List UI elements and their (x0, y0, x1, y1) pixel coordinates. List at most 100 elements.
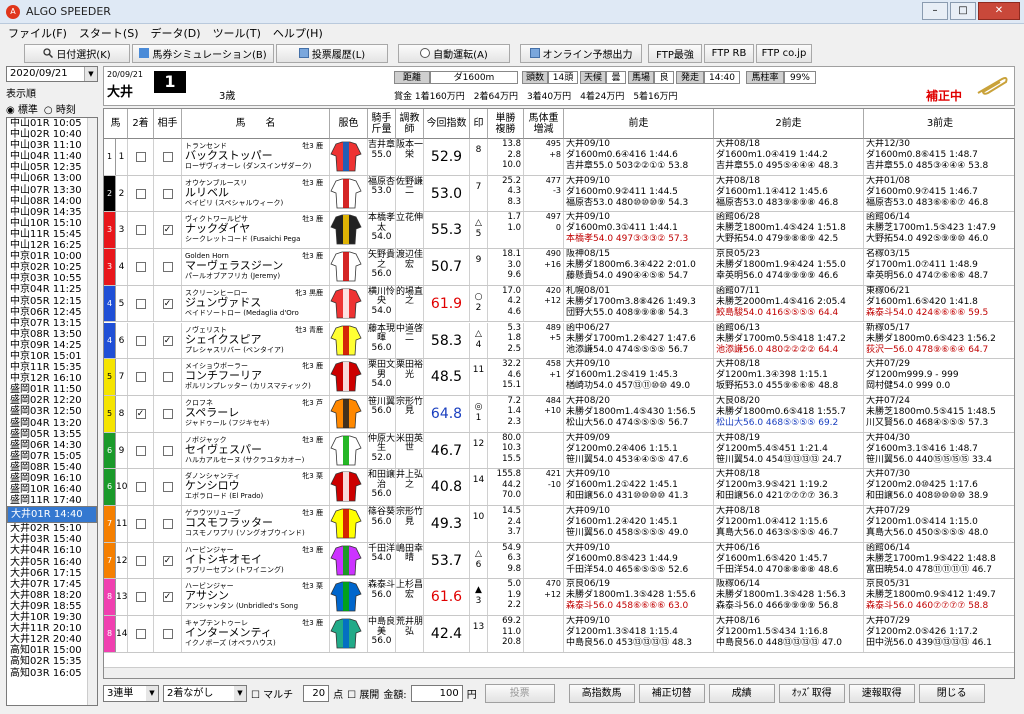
prev-race-2[interactable]: 大井08/18 ダ1200m1.3④398 1:15.1 坂野拓53.0 455… (714, 359, 863, 392)
second-place-checkbox[interactable]: ✓ (135, 408, 146, 419)
mark-cell[interactable]: ○ 2 (470, 285, 488, 322)
mark-cell[interactable]: 10 (470, 506, 488, 542)
vote-button[interactable]: 投票 (484, 683, 555, 703)
race-list-item[interactable]: 盛岡01R 11:50 (7, 384, 97, 395)
race-list-item[interactable]: 中山10R 15:10 (7, 218, 97, 229)
race-list-item[interactable]: 中京10R 15:01 (7, 351, 97, 362)
horse-name-cell[interactable]: ハービンジャー 牡3 栗 アサシン アンシャンタン (Unbridled's So… (182, 579, 330, 616)
prev-race-3[interactable]: 大井07/29 ダ1200m999.9 - 999 岡村健54.0 999 0.… (864, 359, 1014, 392)
flash-fetch-button[interactable]: 速報取得 (848, 683, 915, 703)
race-list-item[interactable]: 盛岡02R 12:20 (7, 395, 97, 406)
menu-file[interactable]: ファイル(F) (8, 25, 67, 41)
race-list-item[interactable]: 大井06R 17:15 (7, 568, 97, 579)
table-row[interactable]: 6 9 ノボジャック 牡3 鹿 セイヴェスパー ハルカアルセーヌ (サクラユタカオ… (104, 432, 1014, 470)
prev-race-1[interactable]: 京良06/19 未勝ダ1800m1.3⑤428 1:55.6 森泰斗56.0 4… (564, 579, 713, 612)
prev-race-3[interactable]: 新稼05/17 未勝ダ1800m0.6⑤423 1:56.2 荻沢一56.0 4… (864, 323, 1014, 356)
prev-race-1[interactable]: 函中06/27 未勝ダ1700m1.2⑥427 1:47.6 池添謙54.0 4… (564, 323, 713, 356)
prev-race-1[interactable]: 大井09/09 ダ1200m0.2④406 1:15.1 笹川翼54.0 453… (564, 433, 713, 466)
race-list-item[interactable]: 大井04R 16:10 (7, 545, 97, 556)
race-list-item[interactable]: 高知01R 15:00 (7, 645, 97, 656)
mark-cell[interactable]: ▲ 3 (470, 579, 488, 616)
race-list-item[interactable]: 中山04R 11:40 (7, 151, 97, 162)
table-row[interactable]: 2 2 オウケンブルースリ 牡3 鹿 ルリベル ベイビリ (スペシャルウィーク) … (104, 175, 1014, 213)
prev-race-2[interactable]: 函館07/11 未勝芝2000m1.4⑤416 2:05.4 鮫島駿54.0 4… (714, 286, 863, 319)
multi-checkbox[interactable]: ☐ マルチ (251, 686, 293, 701)
mark-cell[interactable]: 14 (470, 469, 488, 505)
prev-race-2[interactable]: 京良05/23 未勝ダ1800m1.9④424 1:55.0 幸英明56.0 4… (714, 249, 863, 282)
second-place-checkbox[interactable] (135, 335, 146, 346)
jockey-cell[interactable]: 千田洋 54.0 (368, 542, 396, 579)
second-place-checkbox[interactable] (135, 519, 146, 529)
table-row[interactable]: 4 6 ✓ ノヴェリスト 牡3 青鹿 シェイクスピア プレシャスリバー (ベンタイ… (104, 322, 1014, 360)
prev-race-1[interactable]: 大井08/20 未勝ダ1800m1.4⑤430 1:56.5 松山大56.0 4… (564, 396, 713, 429)
prev-race-1[interactable]: 大井09/10 ダ1600m0.9②411 1:44.5 福原杏53.0 480… (564, 176, 713, 209)
mark-cell[interactable]: 12 (470, 432, 488, 469)
prev-race-1[interactable]: 大井09/10 ダ1200m1.3⑤418 1:15.4 中島良56.0 453… (564, 616, 713, 649)
prev-race-2[interactable]: 大井06/16 ダ1600m1.6⑤420 1:45.7 千田洋54.0 470… (714, 543, 863, 576)
ticket-simulation-button[interactable]: 馬券シミュレーション(B) (132, 43, 274, 63)
close-window-button[interactable]: ✕ (978, 2, 1020, 20)
race-list-item[interactable]: 中山03R 11:10 (7, 140, 97, 151)
prev-race-1[interactable]: 大井09/10 ダ1600m1.2④420 1:45.1 笹川翼56.0 458… (564, 506, 713, 539)
race-list-item[interactable]: 大井09R 18:55 (7, 601, 97, 612)
race-list-item[interactable]: 中京01R 10:00 (7, 251, 97, 262)
race-list-item[interactable]: 盛岡11R 17:40 (7, 495, 97, 506)
jockey-cell[interactable]: 本橋孝太 54.0 (368, 212, 396, 249)
second-place-checkbox[interactable] (135, 629, 146, 640)
prev-race-3[interactable]: 京良05/31 未勝芝1800m0.9⑤412 1:49.7 森泰斗56.0 4… (864, 579, 1014, 612)
table-row[interactable]: 7 12 ✓ ハービンジャー 牡3 鹿 イトシキオモイ ラブリーセブン (トワイニ… (104, 542, 1014, 580)
date-picker[interactable]: 2020/09/21 ▼ (6, 66, 98, 82)
prev-race-3[interactable]: 大井07/29 ダ1200m2.0⑤426 1:17.2 田中洸56.0 439… (864, 616, 1014, 649)
prev-race-3[interactable]: 大井07/24 未勝芝1800m0.5⑤415 1:48.5 川又賢56.0 4… (864, 396, 1014, 429)
race-list-item[interactable]: 大井02R 15:10 (7, 523, 97, 534)
horse-name-cell[interactable]: メイショウボーラー 牝3 鹿 コンチフーリア ポルリンプレッター (カリスマティッ… (182, 359, 330, 395)
horse-name-cell[interactable]: Golden Horn 牡3 鹿 マーヴェラスジーン パールオブアフリカ (Jer… (182, 249, 330, 285)
race-list-item[interactable]: 中京09R 14:25 (7, 340, 97, 351)
race-list-item[interactable]: 中京12R 16:10 (7, 373, 97, 384)
race-list-item[interactable]: 大井08R 18:20 (7, 590, 97, 601)
date-select-button[interactable]: 日付選択(K) (24, 43, 130, 63)
race-list-item[interactable]: 大井07R 17:45 (7, 579, 97, 590)
race-list-item[interactable]: 中山02R 10:40 (7, 129, 97, 140)
table-row[interactable]: 7 11 ゲラウツリューブ 牡3 鹿 コスモフラッター コスモノワプリ (ソングオ… (104, 506, 1014, 543)
prev-race-2[interactable]: 函館06/28 未勝芝1800m1.4⑤424 1:51.8 大野拓54.0 4… (714, 212, 863, 245)
prev-race-2[interactable]: 大井08/16 ダ1200m1.5⑤434 1:16.8 中島良56.0 448… (714, 616, 863, 649)
race-list-item[interactable]: 大井11R 20:10 (7, 623, 97, 634)
partner-checkbox[interactable] (162, 408, 173, 419)
horse-name-cell[interactable]: ダノンシャンティ 牝3 栗 ケンシロウ エボラロード (El Prado) (182, 469, 330, 505)
prev-race-3[interactable]: 大井07/29 ダ1200m1.0⑤414 1:15.0 真島大56.0 450… (864, 506, 1014, 539)
ftp-cojp-button[interactable]: FTP co.jp (756, 43, 812, 63)
second-place-checkbox[interactable] (135, 555, 146, 566)
second-place-checkbox[interactable] (135, 298, 146, 309)
horse-name-cell[interactable]: オウケンブルースリ 牡3 鹿 ルリベル ベイビリ (スペシャルウィーク) (182, 175, 330, 212)
correction-toggle-button[interactable]: 補正切替 (638, 683, 705, 703)
prev-race-3[interactable]: 大井07/30 ダ1200m2.0⑩425 1:17.6 和田譲56.0 408… (864, 469, 1014, 502)
race-list-item[interactable]: 中京08R 13:50 (7, 329, 97, 340)
radio-time[interactable]: ○ 時刻 (44, 101, 76, 116)
second-place-checkbox[interactable] (135, 445, 146, 456)
jockey-cell[interactable]: 藤本現暉 56.0 (368, 322, 396, 359)
horse-name-cell[interactable]: ノボジャック 牡3 鹿 セイヴェスパー ハルカアルセーヌ (サクラユタカオー) (182, 432, 330, 469)
race-list-item[interactable]: 中京06R 12:45 (7, 307, 97, 318)
jockey-cell[interactable]: 栗田文男 54.0 (368, 359, 396, 395)
race-list-item[interactable]: 中山12R 16:25 (7, 240, 97, 251)
menu-help[interactable]: ヘルプ(H) (273, 25, 323, 41)
online-prediction-button[interactable]: オンライン予想出力 (520, 43, 642, 63)
race-list-item[interactable]: 大井03R 15:40 (7, 534, 97, 545)
amount-field[interactable]: 100 (410, 684, 463, 702)
table-row[interactable]: 5 7 メイショウボーラー 牝3 鹿 コンチフーリア ポルリンプレッター (カリス… (104, 359, 1014, 396)
partner-checkbox[interactable]: ✓ (162, 298, 173, 309)
odds-fetch-button[interactable]: ｵｯｽﾞ取得 (778, 683, 845, 703)
jockey-cell[interactable]: 矢野貴之 56.0 (368, 249, 396, 285)
race-list-item[interactable]: 中京02R 10:25 (7, 262, 97, 273)
horse-name-cell[interactable]: ノヴェリスト 牡3 青鹿 シェイクスピア プレシャスリバー (ベンタイア) (182, 322, 330, 359)
jockey-cell[interactable]: 中島良美 56.0 (368, 616, 396, 652)
race-list-item[interactable]: 盛岡09R 16:10 (7, 473, 97, 484)
partner-checkbox[interactable] (162, 482, 173, 493)
menu-tools[interactable]: ツール(T) (213, 25, 261, 41)
horse-name-cell[interactable]: スクリーンヒーロー 牝3 黒鹿 ジュンヴァドス ベイドソートロー (Medagli… (182, 285, 330, 322)
prev-race-2[interactable]: 大井08/18 ダ1600m1.1④412 1:45.6 福原杏53.0 483… (714, 176, 863, 209)
table-row[interactable]: 8 14 キャプテントゥーレ 牡3 鹿 インターメンティ イクノボーズ (オペラハ… (104, 616, 1014, 653)
prev-race-1[interactable]: 大井09/10 ダ1600m0.8⑤423 1:44.9 千田洋54.0 465… (564, 543, 713, 576)
partner-checkbox[interactable] (162, 152, 173, 162)
